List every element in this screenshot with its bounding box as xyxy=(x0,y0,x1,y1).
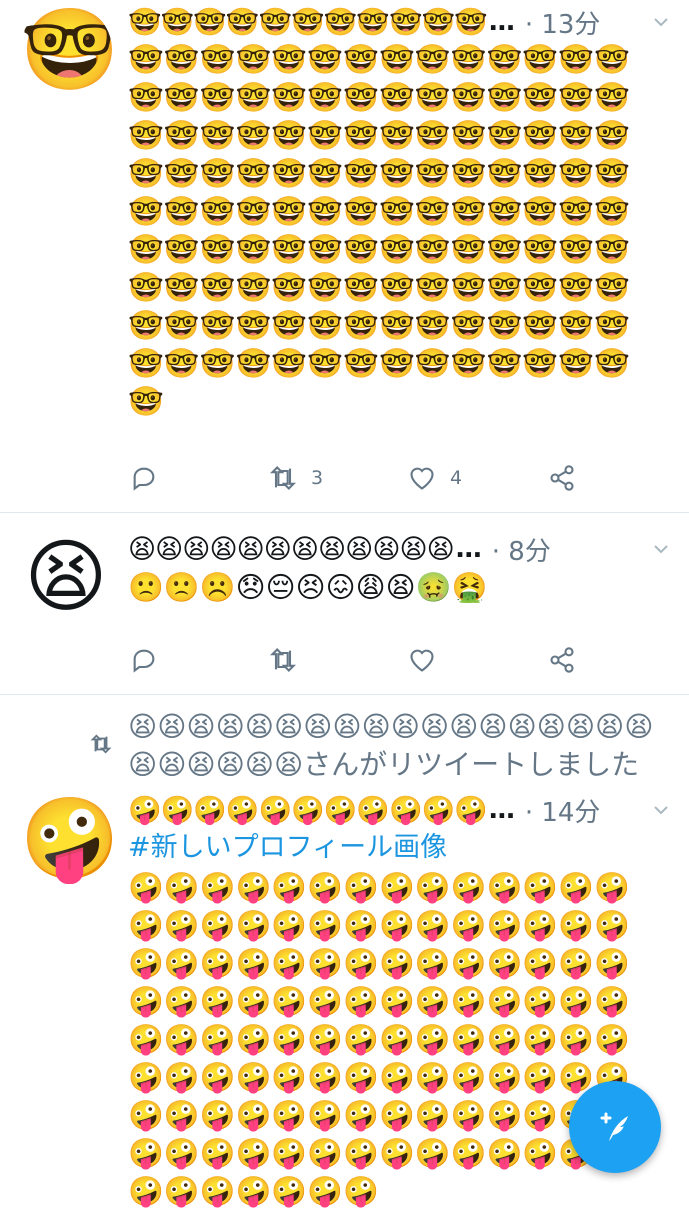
chevron-down-icon[interactable] xyxy=(653,14,669,30)
avatar[interactable]: 😫 xyxy=(20,531,112,623)
compose-tweet-button[interactable] xyxy=(569,1081,661,1173)
compose-tweet-icon xyxy=(600,1112,628,1141)
hashtag-link[interactable]: #新しいプロフィール画像 xyxy=(128,830,447,866)
name-ellipsis: … xyxy=(455,534,482,564)
retweet-icon xyxy=(269,466,297,490)
like-button[interactable]: 4 xyxy=(408,460,462,496)
like-button[interactable] xyxy=(408,642,436,678)
display-name[interactable]: 🤓🤓🤓🤓🤓🤓🤓🤓🤓🤓🤓 xyxy=(128,6,487,38)
chevron-down-icon[interactable] xyxy=(653,802,669,818)
divider xyxy=(0,694,689,695)
chevron-down-icon[interactable] xyxy=(653,541,669,557)
display-name[interactable]: 😫😫😫😫😫😫😫😫😫😫😫😫 xyxy=(128,534,454,565)
avatar[interactable]: 🤪 xyxy=(20,793,112,885)
tweet-text: 🙁🙁☹️😞😔😣😖😩😫🤢🤮 xyxy=(128,570,488,604)
reply-button[interactable] xyxy=(130,460,158,496)
like-count: 4 xyxy=(450,467,463,489)
retweet-count: 3 xyxy=(311,467,324,489)
heart-icon xyxy=(410,467,434,490)
timestamp[interactable]: · 8分 xyxy=(492,531,551,568)
retweet-button[interactable] xyxy=(269,642,297,678)
reply-icon xyxy=(133,467,155,491)
reply-button[interactable] xyxy=(130,642,158,678)
retweeted-by-label[interactable]: 😫😫😫😫😫😫😫😫😫😫😫😫😫😫😫😫😫😫😫😫😫😫😫😫さんがリツイートしました xyxy=(128,708,668,784)
retweet-icon xyxy=(269,648,297,672)
heart-icon xyxy=(410,649,434,672)
timestamp[interactable]: · 14分 xyxy=(525,792,601,829)
name-ellipsis: … xyxy=(488,795,515,825)
tweet-header: 🤪🤪🤪🤪🤪🤪🤪🤪🤪🤪🤪 … · 14分 xyxy=(128,790,629,830)
tweet-header: 🤓🤓🤓🤓🤓🤓🤓🤓🤓🤓🤓 … · 13分 xyxy=(128,2,629,42)
share-button[interactable] xyxy=(548,460,576,496)
divider xyxy=(0,512,689,513)
tweet-header: 😫😫😫😫😫😫😫😫😫😫😫😫 … · 8分 xyxy=(128,529,629,569)
tweet-text: 🤪🤪🤪🤪🤪🤪🤪🤪🤪🤪🤪🤪🤪🤪🤪🤪🤪🤪🤪🤪🤪🤪🤪🤪🤪🤪🤪🤪🤪🤪🤪🤪🤪🤪🤪🤪🤪🤪🤪🤪… xyxy=(128,870,630,1208)
name-ellipsis: … xyxy=(488,7,515,37)
avatar[interactable]: 🤓 xyxy=(20,4,112,96)
reply-icon xyxy=(133,649,155,673)
share-button[interactable] xyxy=(548,642,576,678)
display-name[interactable]: 🤪🤪🤪🤪🤪🤪🤪🤪🤪🤪🤪 xyxy=(128,794,487,826)
tweet-actions: 3 4 xyxy=(128,460,588,496)
timestamp[interactable]: · 13分 xyxy=(525,4,601,41)
retweet-icon xyxy=(90,734,112,754)
tweet-text: 🤓🤓🤓🤓🤓🤓🤓🤓🤓🤓🤓🤓🤓🤓🤓🤓🤓🤓🤓🤓🤓🤓🤓🤓🤓🤓🤓🤓🤓🤓🤓🤓🤓🤓🤓🤓🤓🤓🤓🤓… xyxy=(128,42,630,418)
share-icon xyxy=(550,465,574,491)
retweet-button[interactable]: 3 xyxy=(269,460,323,496)
share-icon xyxy=(550,647,574,673)
tweet-actions xyxy=(128,642,588,678)
